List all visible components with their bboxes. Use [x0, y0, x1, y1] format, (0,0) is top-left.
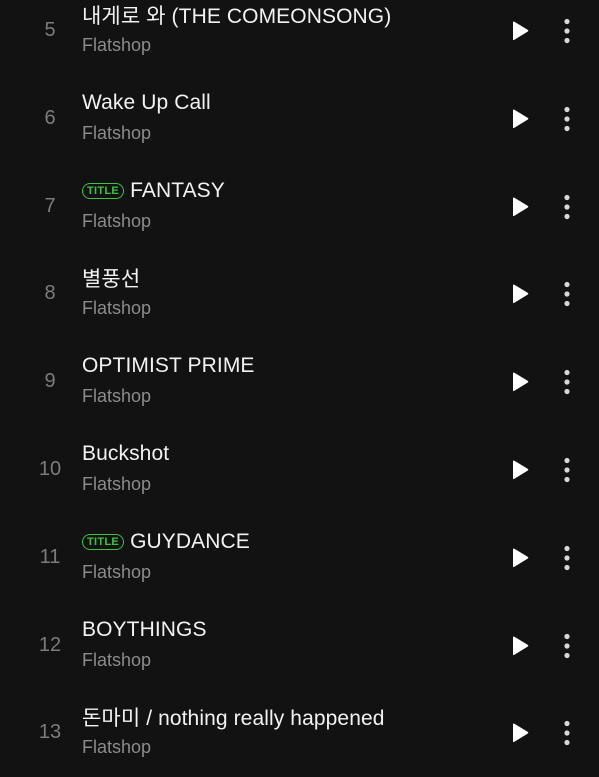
more-options-button[interactable] [553, 366, 581, 398]
play-icon [513, 372, 529, 392]
track-row[interactable]: 10 Buckshot Flatshop [0, 426, 599, 514]
track-row[interactable]: 13 돈마미 / nothing really happened Flatsho… [0, 689, 599, 777]
play-icon [513, 723, 529, 743]
more-options-button[interactable] [553, 717, 581, 749]
track-title-line: 별풍선 [82, 264, 140, 292]
play-icon [513, 197, 529, 216]
track-row[interactable]: 5 내게로 와 (THE COMEONSONG) Flatshop [0, 0, 599, 75]
more-options-button[interactable] [553, 630, 581, 662]
more-vertical-icon [564, 18, 570, 44]
play-button[interactable] [506, 456, 534, 484]
track-title-line: 돈마미 / nothing really happened [82, 703, 385, 731]
track-artist[interactable]: Flatshop [82, 386, 151, 407]
more-options-button[interactable] [553, 191, 581, 223]
play-button[interactable] [506, 544, 534, 572]
track-title: Wake Up Call [82, 90, 211, 114]
play-button[interactable] [506, 280, 534, 308]
title-track-badge: TITLE [82, 533, 125, 550]
play-button[interactable] [506, 368, 534, 396]
track-title: 내게로 와 (THE COMEONSONG) [82, 5, 392, 28]
play-icon [513, 548, 529, 567]
play-icon [513, 109, 529, 128]
track-artist[interactable]: Flatshop [82, 211, 151, 232]
track-title-line: TITLE FANTASY [82, 177, 225, 205]
more-vertical-icon [564, 106, 570, 131]
track-artist[interactable]: Flatshop [82, 298, 151, 319]
track-artist[interactable]: Flatshop [82, 650, 151, 671]
track-title-line: BOYTHINGS [82, 616, 207, 644]
more-vertical-icon [564, 721, 570, 746]
more-vertical-icon [564, 457, 570, 483]
track-row[interactable]: 6 Wake Up Call Flatshop [0, 75, 599, 163]
more-options-button[interactable] [553, 542, 581, 574]
play-icon [513, 284, 529, 304]
more-vertical-icon [564, 370, 570, 395]
play-button[interactable] [506, 632, 534, 660]
more-vertical-icon [564, 545, 570, 570]
play-icon [513, 460, 529, 480]
track-row[interactable]: 12 BOYTHINGS Flatshop [0, 602, 599, 690]
track-list: 5 내게로 와 (THE COMEONSONG) Flatshop 6 Wake… [0, 0, 599, 760]
track-artist[interactable]: Flatshop [82, 562, 151, 583]
play-button[interactable] [506, 193, 534, 221]
track-row[interactable]: 7 TITLE FANTASY Flatshop [0, 163, 599, 251]
track-title-line: Wake Up Call [82, 89, 211, 117]
play-button[interactable] [506, 719, 534, 747]
track-row[interactable]: 8 별풍선 Flatshop [0, 250, 599, 338]
track-title: 돈마미 / nothing really happened [82, 707, 385, 731]
more-vertical-icon [564, 633, 570, 658]
track-title: FANTASY [130, 178, 225, 202]
track-row[interactable]: 9 OPTIMIST PRIME Flatshop [0, 338, 599, 426]
track-title: OPTIMIST PRIME [82, 354, 255, 378]
title-track-badge: TITLE [82, 182, 125, 199]
track-artist[interactable]: Flatshop [82, 474, 151, 495]
more-options-button[interactable] [553, 15, 581, 47]
play-icon [513, 636, 529, 655]
more-options-button[interactable] [553, 278, 581, 310]
more-options-button[interactable] [553, 103, 581, 135]
track-title-line: 내게로 와 (THE COMEONSONG) [82, 1, 391, 29]
track-artist[interactable]: Flatshop [82, 123, 151, 144]
track-title-line: TITLE GUYDANCE [82, 528, 250, 556]
track-artist[interactable]: Flatshop [82, 35, 151, 56]
track-title: BOYTHINGS [82, 617, 207, 641]
play-icon [513, 21, 529, 41]
more-vertical-icon [564, 194, 570, 219]
track-title: GUYDANCE [130, 529, 250, 553]
play-button[interactable] [506, 17, 534, 45]
play-button[interactable] [506, 105, 534, 133]
more-vertical-icon [564, 282, 570, 307]
track-title: 별풍선 [82, 268, 141, 292]
track-artist[interactable]: Flatshop [82, 737, 151, 758]
track-title-line: Buckshot [82, 440, 169, 468]
track-title-line: OPTIMIST PRIME [82, 352, 255, 380]
more-options-button[interactable] [553, 454, 581, 486]
track-row[interactable]: 11 TITLE GUYDANCE Flatshop [0, 514, 599, 602]
track-title: Buckshot [82, 441, 170, 465]
